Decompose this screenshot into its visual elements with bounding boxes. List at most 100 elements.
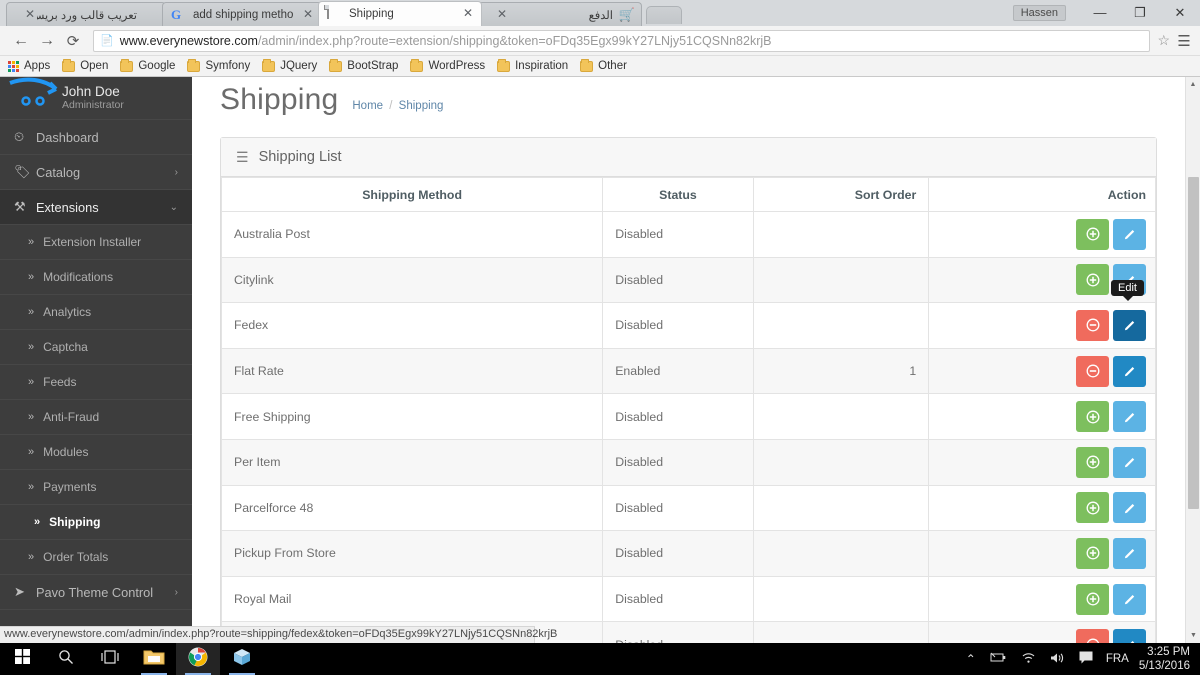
edit-button[interactable]: [1113, 537, 1146, 569]
folder-icon: [187, 58, 201, 72]
cell-shipping-method: Fedex: [220, 302, 604, 349]
page-scrollbar[interactable]: ▲ ▼: [1185, 77, 1200, 643]
chevron-right-icon: ›: [174, 586, 178, 598]
show-hidden-icons-icon[interactable]: ⌃: [966, 652, 976, 666]
task-view-button[interactable]: [88, 643, 132, 675]
address-bar[interactable]: 📄 www.everynewstore.com/admin/index.php?…: [93, 29, 1151, 52]
install-button[interactable]: [1076, 583, 1109, 615]
sidebar-subitem-label: Shipping: [49, 515, 101, 529]
language-indicator[interactable]: FRA: [1106, 653, 1129, 665]
sidebar-profile[interactable]: John Doe Administrator: [0, 77, 192, 119]
close-icon[interactable]: ✕: [23, 7, 37, 22]
close-window-button[interactable]: ✕: [1160, 0, 1200, 26]
wifi-icon[interactable]: [1021, 652, 1036, 667]
bookmark-label: Apps: [24, 60, 51, 72]
bookmark-apps[interactable]: Apps: [8, 60, 50, 72]
sidebar-item-modifications[interactable]: » Modifications: [0, 259, 192, 294]
sidebar-item-order-totals[interactable]: » Order Totals: [0, 539, 192, 574]
browser-tab-4[interactable]: 🛒 الدفع ✕: [478, 2, 642, 26]
close-icon[interactable]: ✕: [301, 7, 315, 22]
scroll-down-arrow-icon[interactable]: ▼: [1186, 628, 1200, 643]
volume-icon[interactable]: [1050, 652, 1065, 667]
edit-button[interactable]: [1113, 583, 1146, 615]
edit-button[interactable]: [1113, 446, 1146, 478]
install-button[interactable]: [1076, 537, 1109, 569]
browser-tab-2[interactable]: G add shipping method ope ✕: [162, 2, 322, 26]
sidebar-item-catalog[interactable]: 🏷 Catalog ›: [0, 154, 192, 189]
maximize-button[interactable]: ❐: [1120, 0, 1160, 26]
sidebar-item-pavo-theme-control[interactable]: ➤ Pavo Theme Control ›: [0, 574, 192, 609]
bookmark-symfony[interactable]: Symfony: [187, 58, 250, 72]
chrome-menu-icon[interactable]: ☰: [1176, 32, 1192, 50]
bookmark-open[interactable]: Open: [62, 58, 108, 72]
bookmark-star-icon[interactable]: ☆: [1157, 32, 1170, 49]
search-button[interactable]: [44, 643, 88, 675]
edit-button[interactable]: [1113, 629, 1146, 643]
browser-tab-3-active[interactable]: Shipping ✕: [318, 1, 482, 26]
start-button[interactable]: [0, 643, 44, 675]
taskbar-file-explorer[interactable]: [132, 643, 176, 675]
table-row: Parcelforce 48 Disabled: [220, 484, 1156, 532]
taskbar-chrome[interactable]: [176, 643, 220, 675]
taskbar-app-cube[interactable]: [220, 643, 264, 675]
install-button[interactable]: [1076, 218, 1109, 250]
sidebar-item-anti-fraud[interactable]: » Anti-Fraud: [0, 399, 192, 434]
reload-icon[interactable]: ⟳: [60, 32, 86, 50]
new-tab-button[interactable]: [646, 6, 682, 24]
bookmark-bootstrap[interactable]: BootStrap: [329, 58, 398, 72]
sidebar-item-modules[interactable]: » Modules: [0, 434, 192, 469]
sidebar-item-payments[interactable]: » Payments: [0, 469, 192, 504]
close-icon[interactable]: ✕: [495, 7, 509, 22]
bookmark-google[interactable]: Google: [120, 58, 175, 72]
sidebar-item-label: Catalog: [36, 164, 81, 180]
forward-icon[interactable]: →: [34, 32, 60, 50]
uninstall-button[interactable]: [1076, 309, 1109, 341]
double-chevron-icon: »: [28, 446, 35, 458]
sidebar-subitem-label: Modules: [43, 445, 89, 459]
table-row: Flat Rate Enabled 1: [220, 347, 1156, 395]
edit-button[interactable]: [1113, 309, 1146, 341]
install-button[interactable]: [1076, 446, 1109, 478]
sidebar-item-shipping[interactable]: » Shipping: [0, 504, 192, 539]
edit-button[interactable]: [1113, 355, 1146, 387]
sidebar-item-extension-installer[interactable]: » Extension Installer: [0, 224, 192, 259]
scrollbar-thumb[interactable]: [1188, 177, 1199, 509]
action-center-icon[interactable]: [1079, 651, 1093, 667]
breadcrumb-home[interactable]: Home: [352, 100, 383, 112]
edit-button[interactable]: [1113, 218, 1146, 250]
sidebar-item-feeds[interactable]: » Feeds: [0, 364, 192, 399]
sidebar-item-dashboard[interactable]: ⏲ Dashboard: [0, 119, 192, 154]
uninstall-button[interactable]: [1076, 355, 1109, 387]
install-button[interactable]: [1076, 492, 1109, 524]
breadcrumb-current[interactable]: Shipping: [399, 100, 444, 112]
close-icon[interactable]: ✕: [461, 7, 475, 21]
double-chevron-icon: »: [28, 481, 35, 493]
battery-icon[interactable]: [990, 652, 1007, 666]
sidebar-item-analytics[interactable]: » Analytics: [0, 294, 192, 329]
minimize-button[interactable]: —: [1080, 0, 1120, 26]
clock[interactable]: 3:25 PM 5/13/2016: [1139, 645, 1190, 673]
bookmark-other[interactable]: Other: [580, 58, 627, 72]
back-icon[interactable]: ←: [8, 32, 34, 50]
edit-button[interactable]: [1113, 401, 1146, 433]
page-info-icon[interactable]: 📄: [100, 34, 114, 47]
browser-tab-1[interactable]: تعريب قالب ورد بريس مع | ✕: [6, 2, 166, 26]
install-button[interactable]: [1076, 401, 1109, 433]
cell-status: Disabled: [602, 484, 754, 532]
uninstall-button[interactable]: [1076, 629, 1109, 643]
install-button[interactable]: [1076, 264, 1109, 296]
cell-status: Disabled: [602, 575, 754, 623]
edit-button[interactable]: [1113, 492, 1146, 524]
puzzle-icon: ⚒: [14, 199, 26, 214]
sidebar-item-extensions[interactable]: ⚒ Extensions ⌄: [0, 189, 192, 224]
chrome-profile-button[interactable]: Hassen: [1012, 5, 1066, 21]
folder-icon: [497, 58, 511, 72]
browser-window: تعريب قالب ورد بريس مع | ✕ G add shippin…: [0, 0, 1200, 643]
scroll-up-arrow-icon[interactable]: ▲: [1186, 77, 1200, 92]
tab-strip: تعريب قالب ورد بريس مع | ✕ G add shippin…: [0, 0, 1200, 26]
bookmark-wordpress[interactable]: WordPress: [410, 58, 485, 72]
sidebar-item-captcha[interactable]: » Captcha: [0, 329, 192, 364]
bookmark-inspiration[interactable]: Inspiration: [497, 58, 568, 72]
bookmark-jquery[interactable]: JQuery: [262, 58, 317, 72]
admin-content: Shipping Home / Shipping ☰ Shipping List…: [192, 77, 1185, 643]
